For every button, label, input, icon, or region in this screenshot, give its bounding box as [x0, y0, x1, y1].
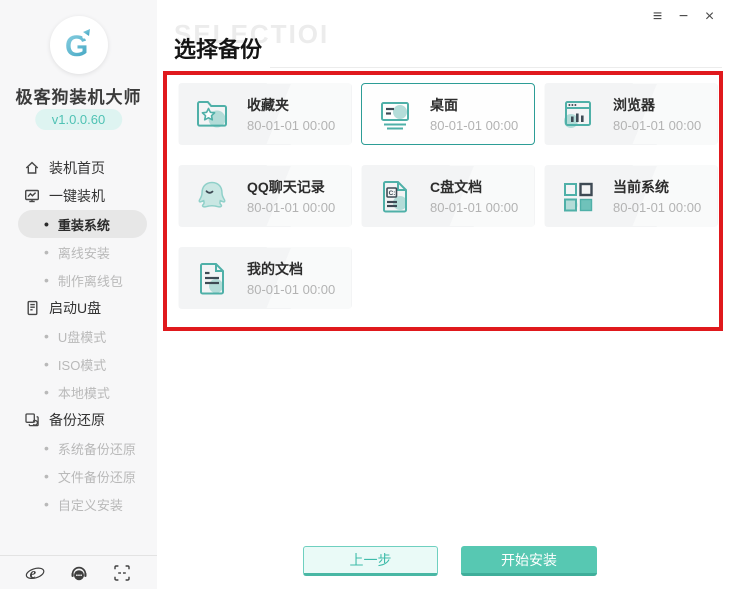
bullet-icon: •: [44, 440, 49, 456]
bullet-icon: •: [44, 384, 49, 400]
restore-icon: [24, 412, 40, 428]
current-system-icon: [558, 176, 598, 216]
sidebar-item-file-backup-restore[interactable]: • 文件备份还原: [0, 462, 157, 490]
desktop-icon: [375, 94, 415, 134]
sidebar-item-system-backup-restore[interactable]: • 系统备份还原: [0, 434, 157, 462]
bullet-icon: •: [44, 496, 49, 512]
ie-browser-icon[interactable]: e: [25, 563, 45, 583]
backup-card[interactable]: QQ聊天记录 80-01-01 00:00: [178, 165, 352, 227]
sidebar-item-label: 启动U盘: [49, 300, 102, 316]
version-badge: v1.0.0.60: [34, 109, 123, 130]
folder-star-icon: [192, 94, 232, 134]
bullet-icon: •: [44, 216, 49, 232]
svg-text:G: G: [65, 30, 88, 63]
sidebar-item-custom-install[interactable]: • 自定义安装: [0, 490, 157, 518]
sidebar-item-home[interactable]: 装机首页: [0, 154, 157, 182]
home-icon: [24, 160, 40, 176]
sidebar-item-label: ISO模式: [57, 357, 107, 373]
sidebar-item-label: 装机首页: [49, 160, 105, 176]
support-headset-icon[interactable]: [69, 563, 89, 583]
backup-card-date: 80-01-01 00:00: [247, 200, 336, 215]
sidebar-item-iso-mode[interactable]: • ISO模式: [0, 350, 157, 378]
c-drive-doc-icon: C:: [375, 176, 415, 216]
menu-button[interactable]: ≡: [649, 7, 666, 27]
sidebar-item-label: 离线安装: [57, 245, 110, 261]
sidebar-item-label: 备份还原: [49, 412, 105, 428]
backup-card-date: 80-01-01 00:00: [430, 200, 519, 215]
sidebar-item-boot-udisk[interactable]: 启动U盘: [0, 294, 157, 322]
sidebar-item-label: 本地模式: [57, 385, 110, 401]
backup-card-title: C盘文档: [430, 179, 483, 195]
qq-icon: [192, 176, 232, 216]
minimize-button[interactable]: −: [675, 7, 692, 27]
backup-card-title: 桌面: [430, 97, 458, 113]
sidebar-nav: 装机首页 一键装机 • 重装系统 • 离线安装 • 制作离线包 启动U盘 • U盘模式 • ISO模式 •…: [0, 154, 157, 518]
backup-card-title: 当前系统: [613, 179, 669, 195]
backup-card-title: 我的文档: [247, 261, 303, 277]
bullet-icon: •: [44, 356, 49, 372]
browser-icon: [558, 94, 598, 134]
sidebar-item-label: 自定义安装: [57, 497, 123, 513]
page-title: 选择备份: [174, 37, 263, 62]
sidebar-item-make-offline-pack[interactable]: • 制作离线包: [0, 266, 157, 294]
backup-card-date: 80-01-01 00:00: [430, 118, 519, 133]
sidebar-item-offline-install[interactable]: • 离线安装: [0, 238, 157, 266]
previous-step-button[interactable]: 上一步: [303, 546, 438, 576]
backup-card[interactable]: 当前系统 80-01-01 00:00: [544, 165, 718, 227]
bullet-icon: •: [44, 244, 49, 260]
svg-text:e: e: [30, 566, 37, 582]
backup-card-date: 80-01-01 00:00: [613, 200, 702, 215]
app-name: 极客狗装机大师: [15, 88, 142, 107]
sidebar-item-label: 重装系统: [57, 217, 110, 233]
sidebar-item-local-mode[interactable]: • 本地模式: [0, 378, 157, 406]
app-logo: G: [49, 16, 108, 74]
backup-card-grid: 收藏夹 80-01-01 00:00 桌面 80-01-01 00:00 浏览器…: [178, 83, 718, 309]
sidebar-item-one-key-install[interactable]: 一键装机: [0, 182, 157, 210]
start-install-button[interactable]: 开始安装: [461, 546, 597, 576]
title-divider: [270, 67, 722, 68]
backup-card-title: QQ聊天记录: [247, 179, 325, 195]
close-button[interactable]: ×: [701, 7, 718, 27]
sidebar-item-reinstall-system[interactable]: • 重装系统: [18, 210, 147, 238]
sidebar-item-udisk-mode[interactable]: • U盘模式: [0, 322, 157, 350]
sidebar-item-label: 文件备份还原: [57, 469, 136, 485]
udisk-icon: [24, 300, 40, 316]
backup-card-date: 80-01-01 00:00: [247, 118, 336, 133]
backup-card[interactable]: C: C盘文档 80-01-01 00:00: [361, 165, 535, 227]
monitor-chart-icon: [24, 188, 40, 204]
backup-card-date: 80-01-01 00:00: [613, 118, 702, 133]
backup-card[interactable]: 收藏夹 80-01-01 00:00: [178, 83, 352, 145]
bullet-icon: •: [44, 468, 49, 484]
sidebar: G 极客狗装机大师 v1.0.0.60 装机首页 一键装机 • 重装系统 • 离线安装 • 制…: [0, 0, 157, 589]
sidebar-item-label: 制作离线包: [57, 273, 123, 289]
sidebar-item-label: 一键装机: [49, 188, 105, 204]
sidebar-item-label: U盘模式: [57, 329, 107, 345]
svg-text:C:: C:: [389, 190, 396, 197]
sidebar-item-label: 系统备份还原: [57, 441, 136, 457]
bullet-icon: •: [44, 272, 49, 288]
qr-scan-icon[interactable]: [112, 563, 132, 583]
backup-card-title: 浏览器: [613, 97, 655, 113]
sidebar-footer: e: [0, 555, 157, 589]
bullet-icon: •: [44, 328, 49, 344]
window-controls: ≡ − ×: [649, 7, 718, 27]
backup-card-title: 收藏夹: [247, 97, 289, 113]
my-documents-icon: [192, 258, 232, 298]
backup-card-date: 80-01-01 00:00: [247, 282, 336, 297]
sidebar-item-backup-restore[interactable]: 备份还原: [0, 406, 157, 434]
backup-card[interactable]: 我的文档 80-01-01 00:00: [178, 247, 352, 309]
main-panel: ≡ − × SELECTIOI 选择备份 收藏夹 80-01-01 00:00 …: [157, 0, 734, 589]
backup-card[interactable]: 浏览器 80-01-01 00:00: [544, 83, 718, 145]
backup-card[interactable]: 桌面 80-01-01 00:00: [361, 83, 535, 145]
